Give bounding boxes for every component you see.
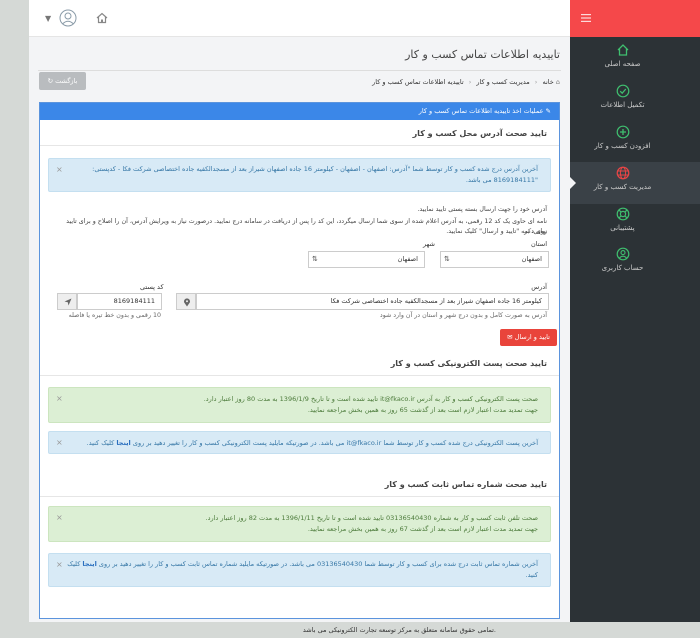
breadcrumb-separator: ‹ [534,78,538,86]
breadcrumb-item-current: تاییدیه اطلاعات تماس کسب و کار [372,78,464,86]
home-icon[interactable] [95,11,109,25]
section-divider [40,496,559,497]
check-circle-icon [616,84,629,98]
refresh-icon: ↻ [47,77,54,85]
location-arrow-icon [64,298,72,306]
chevron-down-icon: ⇅ [312,255,318,263]
sidebar-item-label: تکمیل اطلاعات [600,101,645,109]
sidebar-item-home[interactable]: صفحه اصلی [570,43,675,79]
province-label: استان [531,240,547,248]
panel-header: ✎ عملیات اخذ تاییدیه اطلاعات تماس کسب و … [40,103,559,120]
postal-code-label: کد پستی [140,283,164,291]
close-icon[interactable]: × [56,512,63,523]
change-phone-link[interactable]: اینجا [82,560,96,568]
phone-section-title: تایید صحت شماره تماس ثابت کسب و کار [384,480,547,489]
chevron-down-icon[interactable]: ▼ [45,14,51,23]
globe-icon [616,166,629,180]
pencil-icon: ✎ [545,107,551,115]
chevron-down-icon: ⇅ [444,255,450,263]
address-section-title: تایید صحت آدرس محل کسب و کار [412,129,547,138]
sidebar-item-label: صفحه اصلی [604,60,641,68]
alert-text: کلیک کنید. [86,439,115,447]
verification-panel: ✎ عملیات اخذ تاییدیه اطلاعات تماس کسب و … [39,102,560,619]
title-divider [38,70,561,71]
change-email-link[interactable]: اینجا [116,439,130,447]
top-bar: ▼ [29,0,570,37]
sidebar-item-label: پشتیبانی [610,224,635,232]
hamburger-menu-icon[interactable] [580,12,592,24]
active-indicator [570,177,576,189]
sidebar-item-label: حساب کاربری [601,264,644,272]
main-content: تاییدیه اطلاعات تماس کسب و کار ↻ بازگشت … [29,37,570,622]
home-icon [617,44,628,56]
breadcrumb: ⌂ خانه ‹ مدیریت کسب و کار ‹ تاییدیه اطلا… [372,78,560,86]
breadcrumb-home-icon: ⌂ [555,78,560,86]
sidebar-header [570,0,700,37]
close-icon[interactable]: × [56,393,63,404]
email-section-title: تایید صحت پست الکترونیکی کسب و کار [390,359,547,368]
close-icon[interactable]: × [56,164,63,175]
sidebar-item-complete-info[interactable]: تکمیل اطلاعات [570,84,675,120]
map-marker-addon [176,293,196,310]
page-title: تاییدیه اطلاعات تماس کسب و کار [405,48,560,61]
province-select[interactable]: ⇅ اصفهان [440,251,549,268]
plus-circle-icon [616,125,629,139]
submit-button[interactable]: ✉ تایید و ارسال [500,329,557,346]
map-marker-icon [184,298,190,307]
envelope-icon: ✉ [507,333,513,341]
sidebar-item-manage-business[interactable]: مدیریت کسب و کار [570,162,700,204]
breadcrumb-item-manage[interactable]: مدیریت کسب و کار [476,78,529,86]
postal-code-input[interactable]: 8169184111 [77,293,162,310]
sidebar-item-label: مدیریت کسب و کار [593,183,652,191]
address-hint: آدرس به صورت کامل و بدون درج شهر و استان… [379,312,547,319]
breadcrumb-item-home[interactable]: خانه [542,78,553,86]
sidebar-item-account[interactable]: حساب کاربری [570,247,675,283]
user-avatar-icon[interactable] [59,9,77,27]
alert-text: "8169184111 می باشد. [465,176,538,184]
address-label: آدرس [531,283,547,291]
lifebuoy-icon [616,207,629,221]
user-icon [616,247,629,261]
alert-text: صحت پست الکترونیکی کسب و کار به آدرس it@… [203,395,538,403]
city-select[interactable]: ⇅ اصفهان [308,251,425,268]
alert-text: صحت تلفن ثابت کسب و کار به شماره 0313654… [205,514,538,522]
back-button[interactable]: ↻ بازگشت [39,72,86,90]
alert-text: جهت تمدید مدت اعتبار لازم است بعد از گذش… [307,406,538,414]
section-divider [40,145,559,146]
address-instruction: روی دکمه "تایید و ارسال" کلیک نمایید. [446,228,547,235]
sidebar-item-support[interactable]: پشتیبانی [570,207,675,243]
location-arrow-addon [57,293,77,310]
section-divider [40,375,559,376]
phone-success-alert: × صحت تلفن ثابت کسب و کار به شماره 03136… [48,506,551,542]
alert-text: جهت تمدید مدت اعتبار لازم است بعد از گذش… [307,525,538,533]
sidebar-item-add-business[interactable]: افزودن کسب و کار [570,125,675,161]
alert-text: آخرین شماره تماس ثابت درج شده برای کسب و… [98,560,538,568]
email-info-alert: × آخرین پست الکترونیکی درج شده کسب و کار… [48,431,551,454]
footer-copyright: تمامی حقوق سامانه متعلق به مرکز توسعه تج… [302,626,496,634]
footer: تمامی حقوق سامانه متعلق به مرکز توسعه تج… [0,622,700,638]
alert-text: کنید. [525,571,539,579]
breadcrumb-separator: ‹ [468,78,472,86]
alert-text: کلیک [67,560,81,568]
close-icon[interactable]: × [56,437,63,448]
address-instruction: آدرس خود را جهت ارسال بسته پستی تایید نم… [417,206,547,213]
alert-text: آخرین پست الکترونیکی درج شده کسب و کار ت… [132,439,538,447]
city-label: شهر [422,240,435,248]
postal-code-hint: 10 رقمی و بدون خط تیره یا فاصله [68,312,161,319]
sidebar: صفحه اصلی تکمیل اطلاعات افزودن کسب و کار… [570,37,700,622]
phone-info-alert: × آخرین شماره تماس ثابت درج شده برای کسب… [48,553,551,587]
address-info-alert: × آخرین آدرس درج شده کسب و کار توسط شما … [48,158,551,192]
address-input[interactable]: کیلومتر 16 جاده اصفهان شیراز بعد از مسجد… [196,293,549,310]
sidebar-item-label: افزودن کسب و کار [594,142,651,150]
close-icon[interactable]: × [56,559,63,570]
alert-text: آخرین آدرس درج شده کسب و کار توسط شما "آ… [92,165,538,173]
email-success-alert: × صحت پست الکترونیکی کسب و کار به آدرس i… [48,387,551,423]
